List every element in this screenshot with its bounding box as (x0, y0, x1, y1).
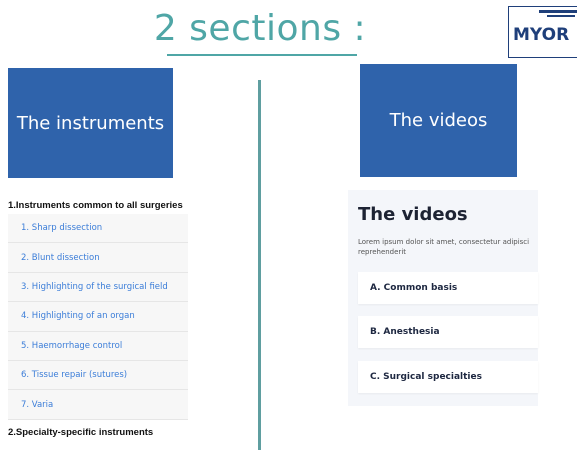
instrument-item-tissue-repair[interactable]: 6. Tissue repair (sutures) (8, 360, 188, 391)
logo-bar-small (547, 15, 575, 17)
instrument-item-surgical-field[interactable]: 3. Highlighting of the surgical field (8, 272, 188, 303)
instruments-card-label: The instruments (16, 112, 165, 134)
video-item-common-basis[interactable]: A. Common basis (358, 272, 538, 304)
slide-title: 2 sections : (0, 8, 520, 56)
section-divider (258, 80, 261, 450)
logo-bar (539, 10, 577, 13)
videos-card[interactable]: The videos (360, 64, 517, 177)
instrument-item-sharp-dissection[interactable]: 1. Sharp dissection (8, 214, 188, 244)
video-item-surgical-specialties[interactable]: C. Surgical specialties (358, 361, 538, 393)
instruments-section2-heading: 2.Specialty-specific instruments (8, 427, 154, 438)
logo-text: MYOR (513, 25, 570, 45)
videos-panel-title: The videos (358, 204, 468, 225)
instrument-item-varia[interactable]: 7. Varia (8, 390, 188, 420)
instruments-section1-heading: 1.Instruments common to all surgeries (8, 200, 183, 211)
instrument-item-organ[interactable]: 4. Highlighting of an organ (8, 302, 188, 332)
instrument-item-blunt-dissection[interactable]: 2. Blunt dissection (8, 243, 188, 273)
videos-panel: The videos Lorem ipsum dolor sit amet, c… (348, 190, 538, 406)
video-item-anesthesia[interactable]: B. Anesthesia (358, 316, 538, 348)
instrument-item-haemorrhage[interactable]: 5. Haemorrhage control (8, 331, 188, 361)
videos-card-label: The videos (389, 110, 488, 131)
slide-title-text: 2 sections : (153, 8, 367, 49)
instruments-card[interactable]: The instruments (8, 68, 173, 178)
instruments-list: 1. Sharp dissection 2. Blunt dissection … (8, 214, 188, 420)
myor-logo: MYOR (508, 6, 577, 58)
videos-panel-description: Lorem ipsum dolor sit amet, consectetur … (358, 238, 530, 256)
title-underline (167, 54, 357, 56)
